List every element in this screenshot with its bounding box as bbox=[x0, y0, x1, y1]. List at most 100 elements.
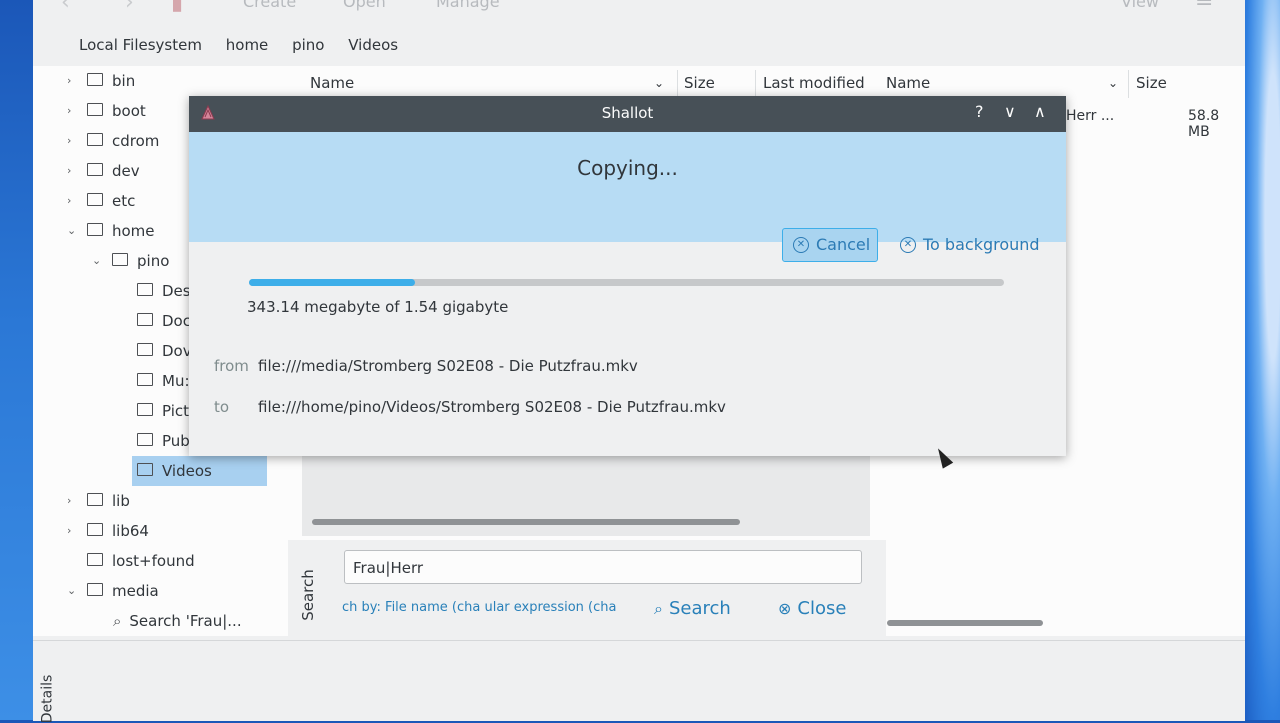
tree-item-label: Dov bbox=[162, 342, 192, 360]
chevron-down-icon[interactable]: ⌄ bbox=[67, 216, 79, 246]
tree-item-public[interactable]: Pub bbox=[137, 426, 190, 456]
tree-item-label: home bbox=[112, 222, 155, 240]
folder-icon bbox=[137, 433, 153, 446]
search-panel: Search Frau|Herr ch by: File name (cha u… bbox=[288, 540, 886, 636]
close-button-label: Close bbox=[797, 598, 847, 619]
chevron-right-icon[interactable]: › bbox=[67, 156, 79, 186]
tree-item-label: Search 'Frau|... bbox=[129, 612, 242, 630]
tree-item-documents[interactable]: Doc bbox=[137, 306, 191, 336]
progress-text: 343.14 megabyte of 1.54 gigabyte bbox=[247, 298, 509, 316]
details-panel: Details bbox=[33, 640, 1245, 723]
right-column-size[interactable]: Size bbox=[1136, 74, 1167, 92]
tree-item-label: etc bbox=[112, 192, 136, 210]
tree-item-search-results[interactable]: ⌕ Search 'Frau|... bbox=[113, 606, 242, 636]
column-separator bbox=[755, 70, 756, 98]
tree-item-music[interactable]: Mu: bbox=[137, 366, 190, 396]
right-column-name[interactable]: Name bbox=[886, 74, 930, 92]
tree-item-label: lib bbox=[112, 492, 130, 510]
tree-item-label: dev bbox=[112, 162, 140, 180]
tree-item-label: Videos bbox=[162, 462, 212, 480]
tree-item-home[interactable]: ⌄ home bbox=[63, 216, 155, 246]
chevron-right-icon[interactable]: › bbox=[67, 516, 79, 546]
hamburger-menu-icon[interactable]: ≡ bbox=[1195, 0, 1213, 13]
toolbar: ‹ › ▮ Create Open Manage View ≡ bbox=[33, 0, 1245, 22]
search-options[interactable]: ch by: File name (cha ular expression (c… bbox=[342, 600, 632, 615]
sort-chevron-icon[interactable]: ⌄ bbox=[654, 76, 664, 90]
tree-item-label: Des bbox=[162, 282, 191, 300]
to-label: to bbox=[214, 398, 230, 416]
column-separator bbox=[677, 70, 678, 98]
tree-item-lost-found[interactable]: lost+found bbox=[87, 546, 195, 576]
minimize-button[interactable]: ∨ bbox=[1004, 102, 1016, 121]
help-button[interactable]: ? bbox=[975, 102, 984, 121]
search-button-label: Search bbox=[668, 598, 731, 619]
breadcrumb-pino[interactable]: pino bbox=[292, 36, 324, 54]
search-button[interactable]: ⌕ Search bbox=[654, 598, 731, 619]
close-circle-icon: ✕ bbox=[900, 237, 916, 253]
folder-icon bbox=[87, 493, 103, 506]
progress-fill bbox=[249, 279, 416, 286]
close-search-button[interactable]: ⊗ Close bbox=[778, 598, 846, 619]
folder-icon bbox=[87, 223, 103, 236]
tree-item-cdrom[interactable]: › cdrom bbox=[63, 126, 159, 156]
breadcrumb-videos[interactable]: Videos bbox=[348, 36, 398, 54]
tree-item-label: lost+found bbox=[112, 552, 195, 570]
back-icon[interactable]: ‹ bbox=[61, 0, 70, 15]
progress-bar bbox=[249, 279, 1004, 286]
to-background-button[interactable]: ✕ To background bbox=[899, 228, 1040, 262]
chevron-right-icon[interactable]: › bbox=[67, 96, 79, 126]
tree-item-dev[interactable]: › dev bbox=[63, 156, 140, 186]
forward-icon[interactable]: › bbox=[125, 0, 134, 15]
tree-item-label: pino bbox=[137, 252, 170, 270]
tree-item-pino[interactable]: ⌄ pino bbox=[88, 246, 169, 276]
tree-item-boot[interactable]: › boot bbox=[63, 96, 146, 126]
folder-icon bbox=[137, 343, 153, 356]
view-menu[interactable]: View bbox=[1121, 0, 1159, 11]
tree-item-videos[interactable]: Videos bbox=[132, 456, 267, 486]
dialog-titlebar[interactable]: Shallot ? ∨ ∧ bbox=[189, 96, 1066, 132]
tree-item-pictures[interactable]: Pict bbox=[137, 396, 189, 426]
tree-item-lib64[interactable]: › lib64 bbox=[63, 516, 149, 546]
cancel-button[interactable]: ✕ Cancel bbox=[782, 228, 878, 262]
folder-icon bbox=[87, 523, 103, 536]
horizontal-scrollbar[interactable] bbox=[312, 519, 740, 525]
tree-item-media[interactable]: ⌄ media bbox=[63, 576, 159, 606]
manage-menu[interactable]: Manage bbox=[436, 0, 500, 11]
breadcrumb-local-filesystem[interactable]: Local Filesystem bbox=[79, 36, 202, 54]
folder-icon bbox=[137, 463, 153, 476]
chevron-right-icon[interactable]: › bbox=[67, 486, 79, 516]
search-input[interactable]: Frau|Herr bbox=[344, 550, 862, 584]
copy-progress-dialog: Shallot ? ∨ ∧ Copying... ✕ Cancel ✕ To b… bbox=[189, 96, 1066, 456]
bookmark-icon[interactable]: ▮ bbox=[171, 0, 183, 15]
chevron-down-icon[interactable]: ⌄ bbox=[67, 576, 79, 606]
chevron-down-icon[interactable]: ⌄ bbox=[92, 246, 104, 276]
maximize-button[interactable]: ∧ bbox=[1034, 102, 1046, 121]
tree-item-downloads[interactable]: Dov bbox=[137, 336, 192, 366]
chevron-right-icon[interactable]: › bbox=[67, 66, 79, 96]
open-menu[interactable]: Open bbox=[343, 0, 386, 11]
folder-icon bbox=[87, 553, 103, 566]
status-banner: Copying... ✕ Cancel ✕ To background bbox=[189, 132, 1066, 262]
chevron-right-icon[interactable]: › bbox=[67, 186, 79, 216]
column-last-modified[interactable]: Last modified bbox=[763, 74, 865, 92]
folder-icon bbox=[87, 163, 103, 176]
tree-item-bin[interactable]: › bin bbox=[63, 66, 135, 96]
search-label-text: Search bbox=[298, 569, 317, 621]
dialog-title: Shallot bbox=[601, 104, 654, 122]
tree-item-label: media bbox=[112, 582, 159, 600]
column-name[interactable]: Name bbox=[310, 74, 354, 92]
breadcrumb-home[interactable]: home bbox=[226, 36, 269, 54]
tree-item-desktop[interactable]: Des bbox=[137, 276, 191, 306]
create-menu[interactable]: Create bbox=[243, 0, 296, 11]
chevron-right-icon[interactable]: › bbox=[67, 126, 79, 156]
sort-chevron-icon[interactable]: ⌄ bbox=[1108, 76, 1118, 90]
folder-icon bbox=[112, 253, 128, 266]
column-size[interactable]: Size bbox=[684, 74, 715, 92]
right-row-name[interactable]: Herr ... bbox=[1066, 108, 1114, 124]
tree-item-label: bin bbox=[112, 72, 136, 90]
horizontal-scrollbar[interactable] bbox=[887, 620, 1043, 626]
tree-item-lib[interactable]: › lib bbox=[63, 486, 130, 516]
tree-item-etc[interactable]: › etc bbox=[63, 186, 135, 216]
details-tab[interactable]: Details bbox=[37, 665, 57, 723]
tree-item-label: cdrom bbox=[112, 132, 160, 150]
